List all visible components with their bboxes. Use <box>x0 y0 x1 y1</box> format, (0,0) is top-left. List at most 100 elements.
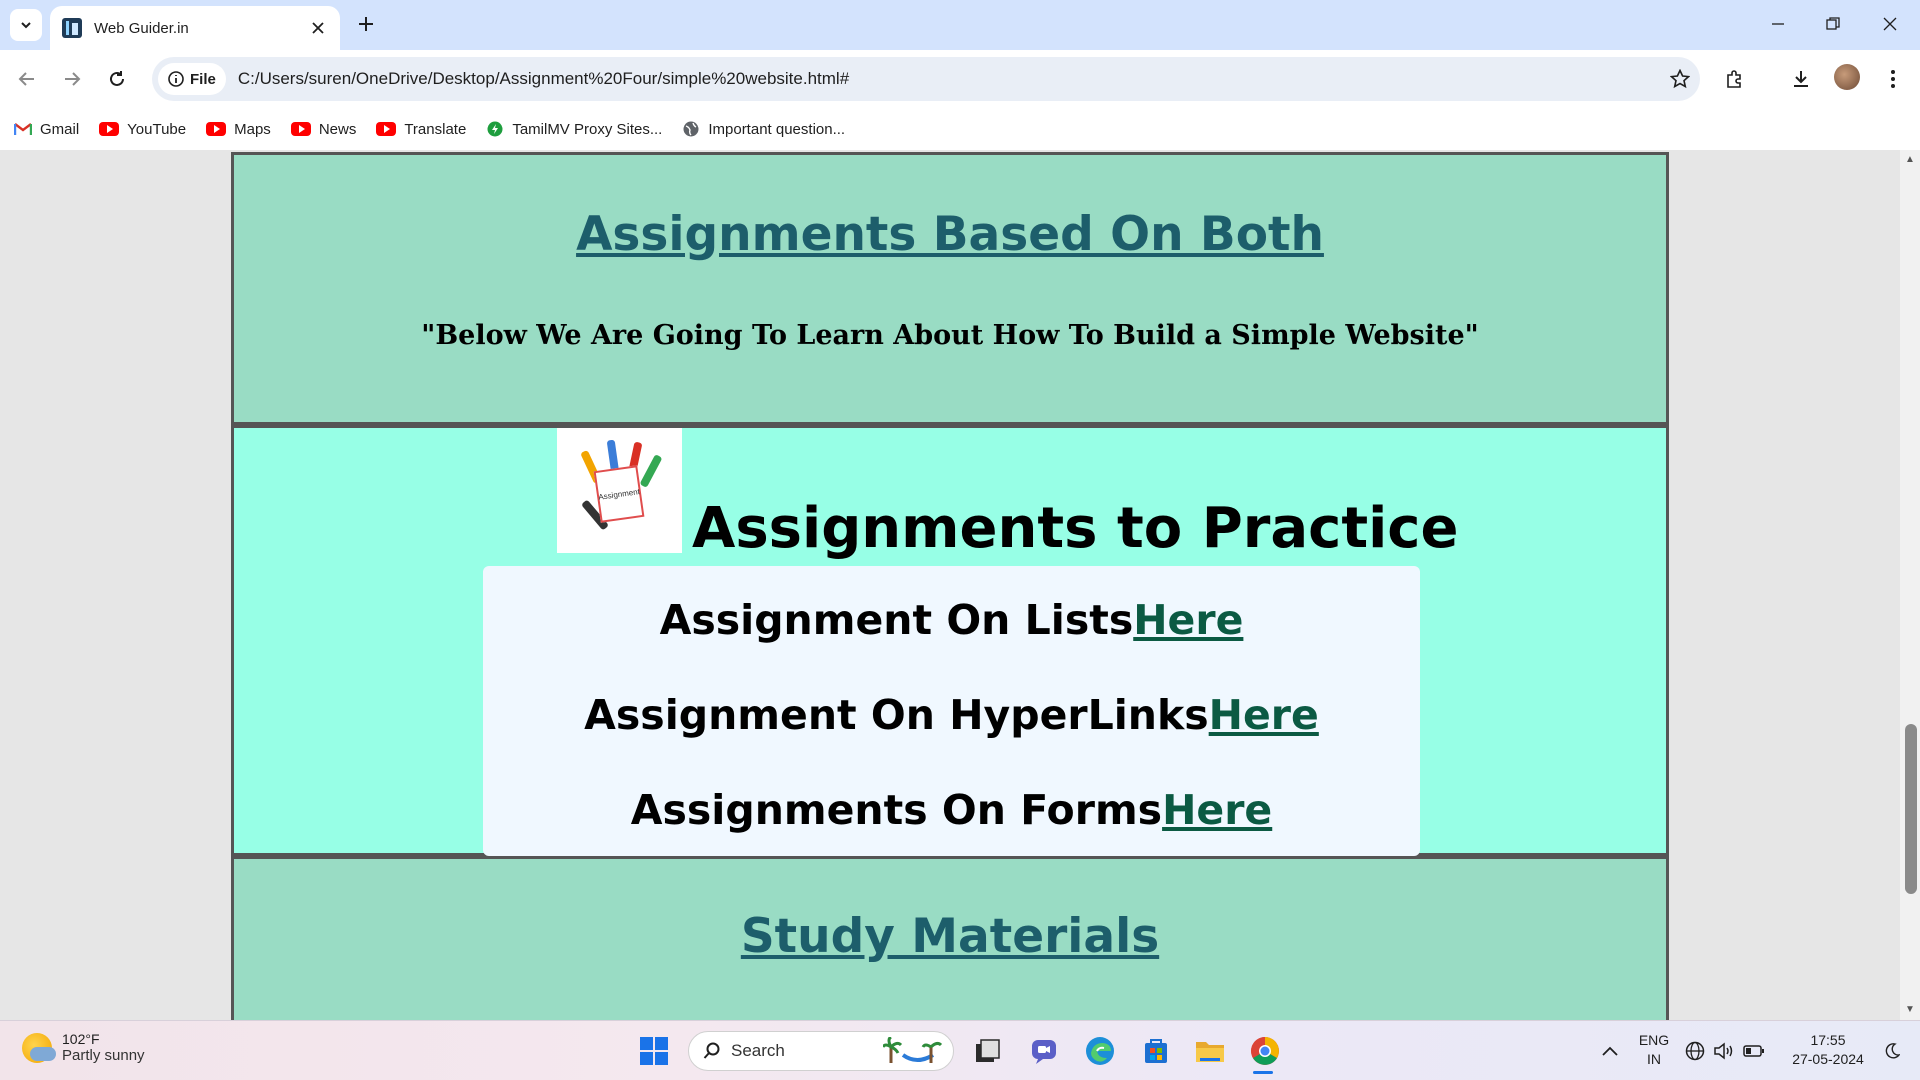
bookmark-important-question[interactable]: Important question... <box>682 121 845 138</box>
tab-close-button[interactable] <box>308 18 328 39</box>
bookmark-label: TamilMV Proxy Sites... <box>512 120 663 138</box>
browser-tab[interactable]: Web Guider.in <box>50 6 340 50</box>
info-icon <box>168 71 184 87</box>
tab-search-button[interactable] <box>10 9 42 41</box>
search-highlight-icon <box>881 1035 943 1065</box>
bookmark-star-button[interactable] <box>1660 69 1700 89</box>
section-assignments-both: Assignments Based On Both "Below We Are … <box>231 152 1669 425</box>
teams-chat-button[interactable] <box>1026 1033 1062 1069</box>
bookmark-youtube[interactable]: YouTube <box>99 121 186 138</box>
restore-icon <box>1826 17 1840 30</box>
hyperlinks-here-link[interactable]: Here <box>1209 691 1319 739</box>
task-view-icon <box>976 1039 1000 1062</box>
practice-row-label: Assignment On HyperLinks <box>584 691 1209 739</box>
back-button[interactable] <box>10 62 44 96</box>
minimize-icon <box>1772 23 1784 25</box>
bookmark-translate[interactable]: Translate <box>376 121 466 138</box>
forward-button[interactable] <box>55 62 89 96</box>
task-view-button[interactable] <box>970 1033 1006 1069</box>
clock-time: 17:55 <box>1810 1032 1846 1048</box>
bookmark-tamilmv[interactable]: TamilMV Proxy Sites... <box>486 121 662 138</box>
study-materials-heading-link[interactable]: Study Materials <box>234 909 1666 964</box>
search-icon <box>703 1042 720 1059</box>
star-icon <box>1670 69 1690 89</box>
scrollbar-thumb[interactable] <box>1905 724 1917 894</box>
bookmark-label: Gmail <box>40 120 80 138</box>
battery-icon <box>1743 1045 1764 1057</box>
clock[interactable]: 17:55 27-05-2024 <box>1786 1031 1870 1069</box>
gmail-icon <box>14 122 32 136</box>
new-tab-button[interactable] <box>352 10 380 38</box>
chrome-icon <box>1251 1037 1279 1065</box>
start-button[interactable] <box>636 1033 672 1069</box>
youtube-icon <box>376 122 397 136</box>
section-assignments-practice: Assignment Assignments to Practice Assig… <box>231 425 1669 856</box>
show-hidden-icons-button[interactable] <box>1592 1033 1628 1069</box>
intro-quote: "Below We Are Going To Learn About How T… <box>421 320 1479 351</box>
extensions-button[interactable] <box>1720 64 1750 94</box>
forms-here-link[interactable]: Here <box>1162 786 1272 834</box>
volume-icon <box>1714 1042 1733 1060</box>
menu-button[interactable] <box>1878 64 1908 94</box>
bookmark-label: News <box>318 120 357 138</box>
profile-avatar[interactable] <box>1834 64 1860 90</box>
restore-button[interactable] <box>1813 8 1853 40</box>
file-explorer-button[interactable] <box>1192 1033 1228 1069</box>
reload-button[interactable] <box>100 62 134 96</box>
url-text[interactable]: C:/Users/suren/OneDrive/Desktop/Assignme… <box>238 69 1660 89</box>
chevron-up-icon <box>1602 1046 1618 1056</box>
notifications-button[interactable] <box>1874 1033 1910 1069</box>
practice-row-label: Assignments On Forms <box>630 786 1163 834</box>
practice-row-lists: Assignment On ListsHere <box>483 596 1420 644</box>
system-tray-status[interactable] <box>1680 1033 1770 1069</box>
scroll-up-icon[interactable]: ▲ <box>1905 154 1915 165</box>
download-icon <box>1794 71 1808 87</box>
tab-title: Web Guider.in <box>94 19 189 37</box>
close-icon <box>312 21 324 34</box>
edge-browser-button[interactable] <box>1082 1033 1118 1069</box>
minimize-button[interactable] <box>1758 8 1798 40</box>
chat-icon <box>1032 1040 1056 1064</box>
scroll-down-icon[interactable]: ▼ <box>1905 1004 1915 1015</box>
tamilmv-icon <box>486 121 504 137</box>
youtube-icon <box>99 122 120 136</box>
chrome-taskbar-button[interactable] <box>1247 1033 1283 1069</box>
partly-sunny-icon <box>22 1032 56 1063</box>
input-language[interactable]: ENG IN <box>1636 1031 1672 1069</box>
page-scrollbar[interactable]: ▲ ▼ <box>1900 150 1920 1020</box>
site-chip-label: File <box>190 70 216 88</box>
bookmark-news[interactable]: News <box>290 120 357 138</box>
chevron-down-icon <box>21 22 31 29</box>
bookmark-label: Maps <box>234 120 271 138</box>
plus-icon <box>359 17 373 31</box>
site-favicon-icon <box>62 18 82 38</box>
arrow-left-icon <box>18 72 34 86</box>
store-icon <box>1145 1039 1167 1063</box>
network-globe-icon <box>1685 1041 1705 1061</box>
more-vert-icon <box>1891 70 1895 88</box>
bookmark-label: Translate <box>404 120 467 138</box>
bookmark-gmail[interactable]: Gmail <box>14 121 79 138</box>
reload-icon <box>110 71 124 86</box>
microsoft-store-button[interactable] <box>1138 1033 1174 1069</box>
bookmark-label: Important question... <box>708 120 846 138</box>
bookmark-maps[interactable]: Maps <box>206 121 271 138</box>
downloads-button[interactable] <box>1786 64 1816 94</box>
puzzle-icon <box>1727 70 1741 88</box>
practice-row-hyperlinks: Assignment On HyperLinksHere <box>483 691 1420 739</box>
browser-toolbar: File C:/Users/suren/OneDrive/Desktop/Ass… <box>0 50 1920 108</box>
assignment-image: Assignment <box>557 428 682 553</box>
clock-date: 27-05-2024 <box>1792 1051 1864 1067</box>
address-bar[interactable]: File C:/Users/suren/OneDrive/Desktop/Ass… <box>152 57 1700 101</box>
weather-widget[interactable]: 102°F Partly sunny <box>22 1031 145 1064</box>
bookmarks-bar: Gmail YouTube Maps News Translate TamilM… <box>0 108 1920 150</box>
practice-row-forms: Assignments On FormsHere <box>483 786 1420 834</box>
site-info-chip[interactable]: File <box>158 63 226 95</box>
assignment-paper: Assignment <box>593 465 645 523</box>
globe-icon <box>682 121 700 137</box>
youtube-icon <box>206 122 227 136</box>
close-window-button[interactable] <box>1870 8 1910 40</box>
lists-here-link[interactable]: Here <box>1133 596 1243 644</box>
assignments-both-heading-link[interactable]: Assignments Based On Both <box>234 207 1666 262</box>
taskbar-search[interactable]: Search <box>688 1031 954 1071</box>
